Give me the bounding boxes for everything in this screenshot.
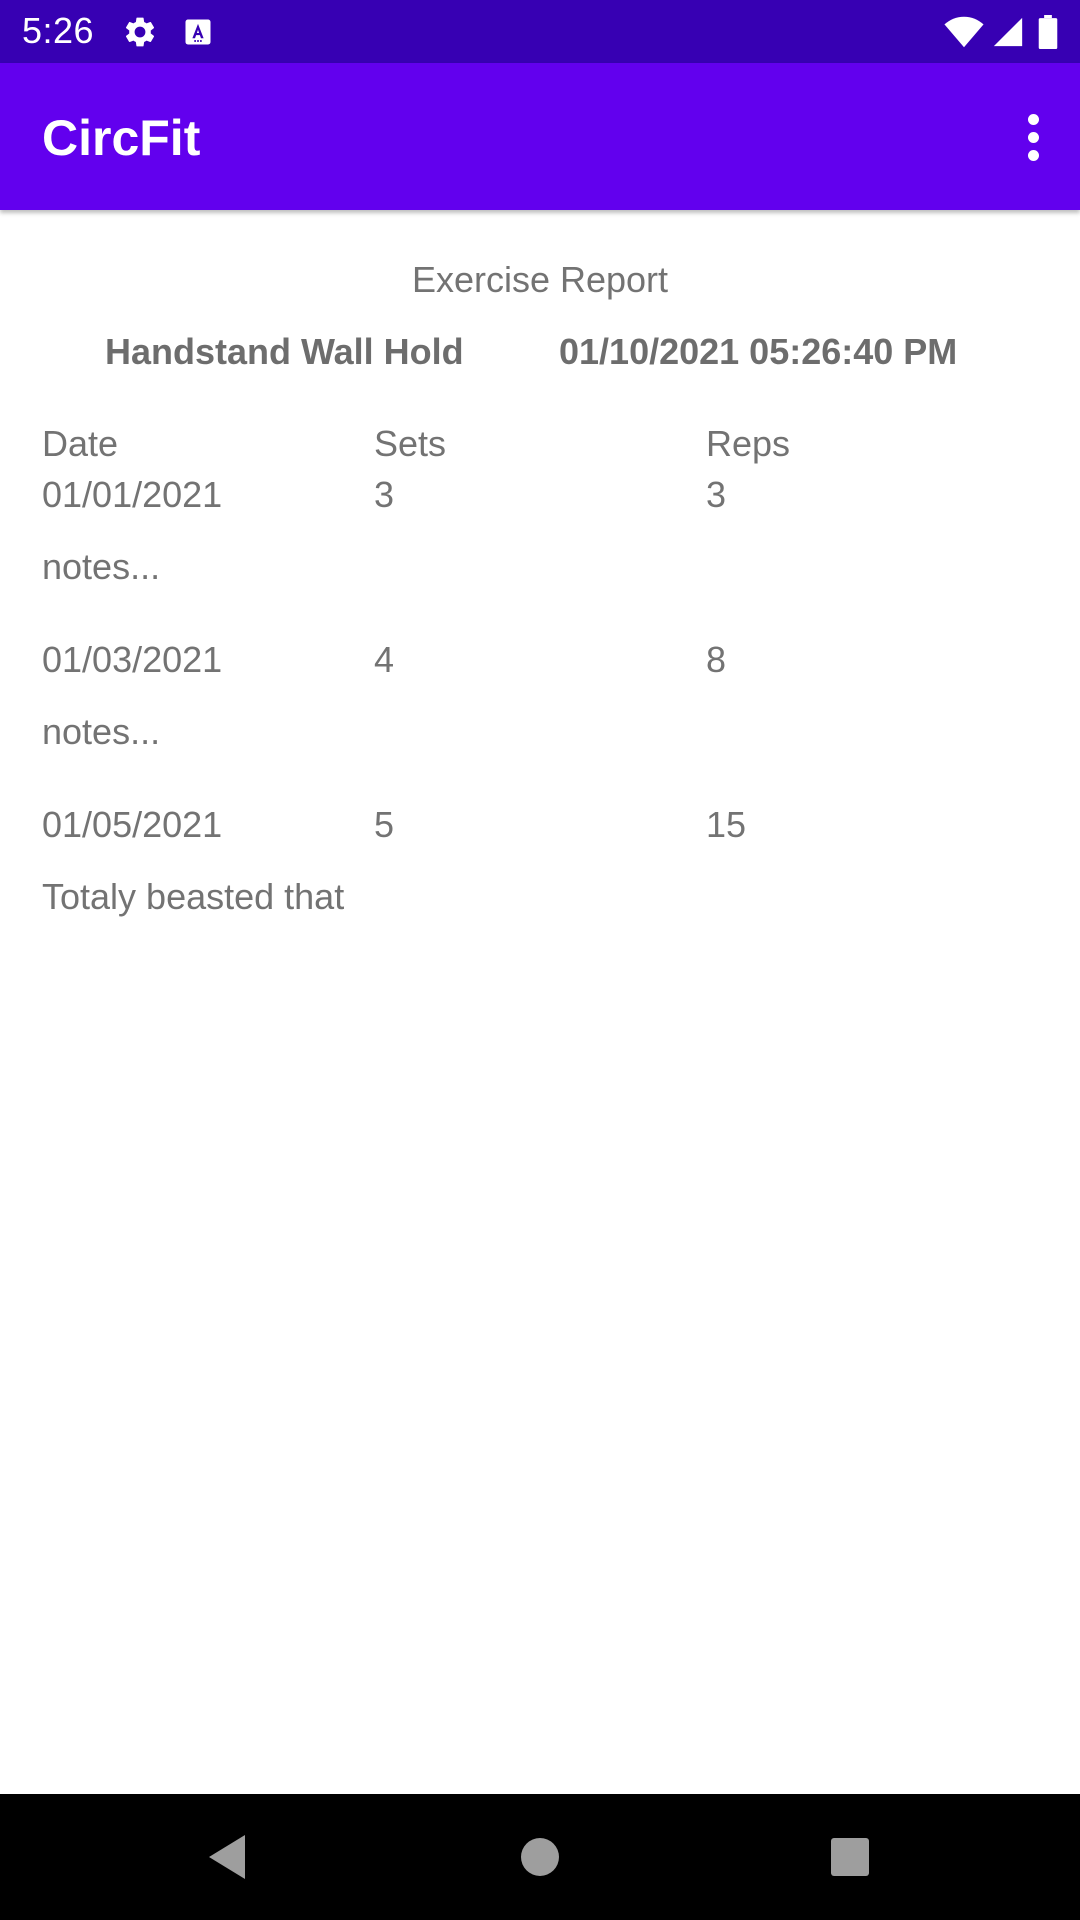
more-vert-icon[interactable] (1004, 99, 1062, 175)
gear-icon (120, 0, 160, 63)
battery-icon (1034, 0, 1062, 63)
entry-reps: 15 (706, 804, 747, 845)
screen: 5:26 CircFit Exercise Report Handstand W… (0, 0, 1080, 1920)
app-bar: CircFit (0, 63, 1080, 210)
exercise-name: Handstand Wall Hold (105, 331, 464, 372)
entry-sets: 3 (374, 474, 395, 515)
app-title: CircFit (42, 110, 201, 166)
entry-sets: 5 (374, 804, 395, 845)
entry-reps: 3 (706, 474, 727, 515)
column-header-date: Date (42, 423, 119, 464)
entry-date: 01/01/2021 (42, 474, 223, 515)
entry-reps: 8 (706, 639, 727, 680)
text-a-icon (180, 0, 216, 63)
entry-note: notes... (42, 546, 161, 587)
entry-note: notes... (42, 711, 161, 752)
entry-sets: 4 (374, 639, 395, 680)
status-bar: 5:26 (0, 0, 1080, 63)
recents-icon[interactable] (780, 1794, 920, 1920)
column-header-sets: Sets (374, 423, 447, 464)
column-header-reps: Reps (706, 423, 791, 464)
entry-date: 01/03/2021 (42, 639, 223, 680)
navigation-bar (0, 1794, 1080, 1920)
entry-note: Totaly beasted that (42, 876, 345, 917)
report-title: Exercise Report (411, 259, 669, 300)
report-datetime: 01/10/2021 05:26:40 PM (559, 331, 958, 372)
entry-date: 01/05/2021 (42, 804, 223, 845)
back-icon[interactable] (157, 1794, 297, 1920)
home-icon[interactable] (470, 1794, 610, 1920)
wifi-icon (940, 0, 988, 63)
signal-icon (988, 0, 1028, 63)
status-time: 5:26 (22, 10, 95, 51)
